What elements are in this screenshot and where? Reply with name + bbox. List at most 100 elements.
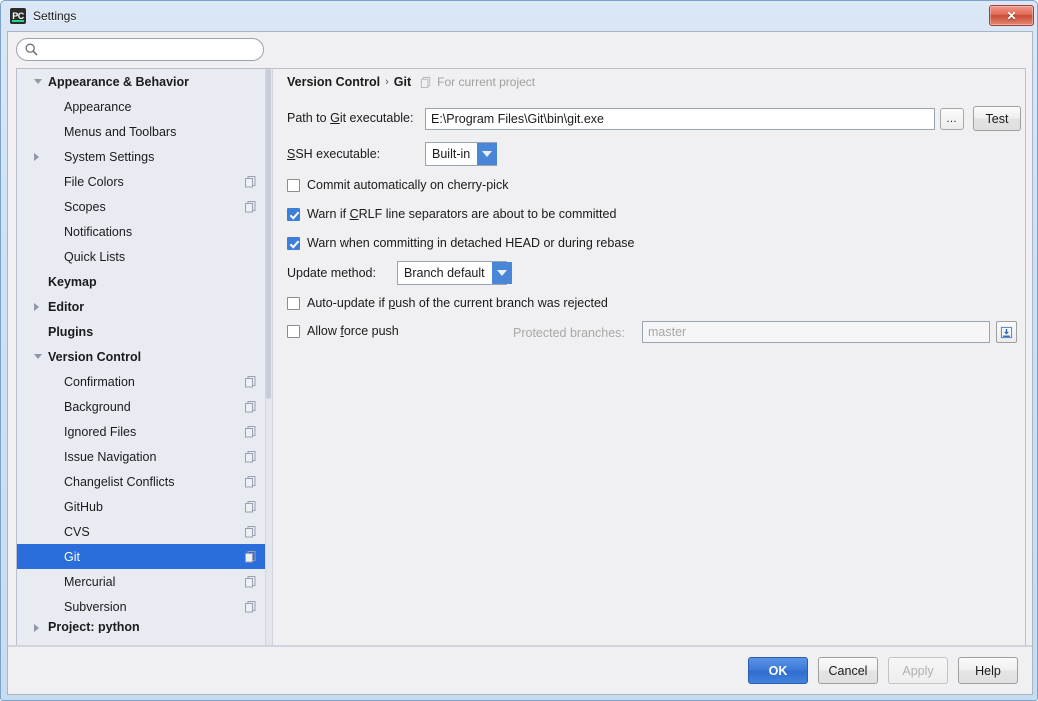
copy-icon (245, 526, 256, 538)
sidebar-item-project-python[interactable]: Project: python (17, 619, 272, 633)
protected-branches-input[interactable] (642, 321, 990, 343)
dialog-footer: OK Cancel Apply Help (7, 645, 1033, 695)
ssh-executable-label: SSH executable: (287, 147, 381, 161)
tree-scrollbar[interactable] (265, 69, 272, 664)
sidebar-item-menus-and-toolbars[interactable]: Menus and Toolbars (17, 119, 272, 144)
settings-tree[interactable]: Appearance & Behavior Appearance Menus and… (16, 68, 272, 665)
chevron-right-icon[interactable] (34, 303, 39, 311)
settings-window: PC Settings ✕ Appearance & Behavior Appea… (0, 0, 1038, 701)
sidebar-item-github[interactable]: GitHub (17, 494, 272, 519)
sidebar-item-confirmation[interactable]: Confirmation (17, 369, 272, 394)
copy-icon (421, 76, 431, 88)
update-method-label: Update method: (287, 266, 376, 280)
sidebar-item-keymap[interactable]: Keymap (17, 269, 272, 294)
sidebar-item-plugins[interactable]: Plugins (17, 319, 272, 344)
sidebar-item-appearance[interactable]: Appearance (17, 94, 272, 119)
warn-detached-head-checkbox[interactable]: Warn when committing in detached HEAD or… (287, 236, 634, 250)
git-path-label: Path to Git executable: (287, 111, 414, 125)
copy-icon (245, 576, 256, 588)
copy-icon (245, 601, 256, 613)
sidebar-item-label: CVS (64, 524, 90, 539)
allow-force-push-checkbox[interactable]: Allow force push (287, 324, 399, 338)
chevron-down-icon[interactable] (34, 79, 42, 84)
sidebar-item-label: Project: python (48, 620, 140, 633)
sidebar-item-label: Scopes (64, 199, 106, 214)
ok-button[interactable]: OK (748, 657, 808, 684)
sidebar-item-issue-navigation[interactable]: Issue Navigation (17, 444, 272, 469)
sidebar-item-label: Version Control (48, 349, 142, 364)
apply-button: Apply (888, 657, 948, 684)
help-button[interactable]: Help (958, 657, 1018, 684)
sidebar-item-label: Git (64, 549, 80, 564)
sidebar-item-changelist-conflicts[interactable]: Changelist Conflicts (17, 469, 272, 494)
sidebar-item-label: Menus and Toolbars (64, 124, 177, 139)
update-method-select[interactable]: Branch default (397, 261, 512, 285)
sidebar-item-background[interactable]: Background (17, 394, 272, 419)
ssh-executable-row: SSH executable: (287, 147, 380, 161)
breadcrumb-root[interactable]: Version Control (287, 75, 380, 89)
cancel-button[interactable]: Cancel (818, 657, 878, 684)
warn-crlf-checkbox[interactable]: Warn if CRLF line separators are about t… (287, 207, 616, 221)
sidebar-item-quick-lists[interactable]: Quick Lists (17, 244, 272, 269)
sidebar-item-mercurial[interactable]: Mercurial (17, 569, 272, 594)
sidebar-item-label: Plugins (48, 324, 94, 339)
expand-editor-icon (1000, 326, 1013, 338)
copy-icon (245, 176, 256, 188)
chevron-down-icon[interactable] (491, 262, 512, 284)
sidebar-item-appearance-behavior[interactable]: Appearance & Behavior (17, 69, 272, 94)
ssh-executable-value: Built-in (432, 147, 471, 161)
sidebar-item-label: Keymap (48, 274, 97, 289)
sidebar-item-cvs[interactable]: CVS (17, 519, 272, 544)
chevron-down-icon[interactable] (477, 143, 498, 165)
sidebar-item-label: System Settings (64, 149, 155, 164)
copy-icon (245, 376, 256, 388)
ellipsis-icon: … (946, 113, 958, 125)
sidebar-item-system-settings[interactable]: System Settings (17, 144, 272, 169)
sidebar-item-ignored-files[interactable]: Ignored Files (17, 419, 272, 444)
search-input[interactable] (16, 38, 264, 61)
cancel-button-label: Cancel (828, 663, 868, 678)
chevron-right-icon[interactable] (34, 153, 39, 161)
commit-on-cherry-pick-label: Commit automatically on cherry-pick (307, 178, 509, 192)
pycharm-icon: PC (10, 8, 26, 24)
auto-update-on-reject-label: Auto-update if push of the current branc… (307, 296, 608, 310)
help-button-label: Help (975, 663, 1001, 678)
test-button[interactable]: Test (973, 106, 1021, 131)
checkbox-box (287, 324, 300, 338)
copy-icon (245, 426, 256, 438)
commit-on-cherry-pick-checkbox[interactable]: Commit automatically on cherry-pick (287, 178, 508, 192)
sidebar-item-git[interactable]: Git (17, 544, 272, 569)
sidebar-item-version-control[interactable]: Version Control (17, 344, 272, 369)
sidebar-item-label: Mercurial (64, 574, 116, 589)
breadcrumb-scope-note: For current project (420, 75, 535, 89)
copy-icon (245, 476, 256, 488)
copy-icon (245, 401, 256, 413)
title-bar: PC Settings ✕ (1, 1, 1038, 31)
warn-detached-head-label: Warn when committing in detached HEAD or… (307, 236, 635, 250)
sidebar-item-label: Notifications (64, 224, 133, 239)
chevron-down-icon[interactable] (34, 354, 42, 359)
sidebar-item-label: File Colors (64, 174, 124, 189)
sidebar-item-subversion[interactable]: Subversion (17, 594, 272, 619)
git-path-browse-button[interactable]: … (940, 108, 964, 130)
copy-icon (245, 501, 256, 513)
tree-scrollbar-thumb[interactable] (266, 69, 271, 399)
sidebar-item-editor[interactable]: Editor (17, 294, 272, 319)
auto-update-on-reject-checkbox[interactable]: Auto-update if push of the current branc… (287, 296, 608, 310)
settings-tree-list: Appearance & Behavior Appearance Menus and… (17, 69, 272, 633)
protected-branches-row: Protected branches: (513, 326, 625, 340)
sidebar-item-label: Subversion (64, 599, 127, 614)
sidebar-item-label: GitHub (64, 499, 103, 514)
chevron-right-icon[interactable] (34, 624, 39, 632)
protected-branches-expand-button[interactable] (996, 321, 1017, 343)
window-title: Settings (33, 9, 77, 23)
update-method-row: Update method: (287, 266, 376, 280)
ssh-executable-select[interactable]: Built-in (425, 142, 498, 166)
breadcrumb: Version Control › Git For current projec… (287, 75, 535, 89)
sidebar-item-notifications[interactable]: Notifications (17, 219, 272, 244)
copy-icon (245, 551, 256, 563)
close-button[interactable]: ✕ (989, 5, 1034, 26)
git-path-input[interactable] (425, 108, 935, 130)
sidebar-item-file-colors[interactable]: File Colors (17, 169, 272, 194)
sidebar-item-scopes[interactable]: Scopes (17, 194, 272, 219)
